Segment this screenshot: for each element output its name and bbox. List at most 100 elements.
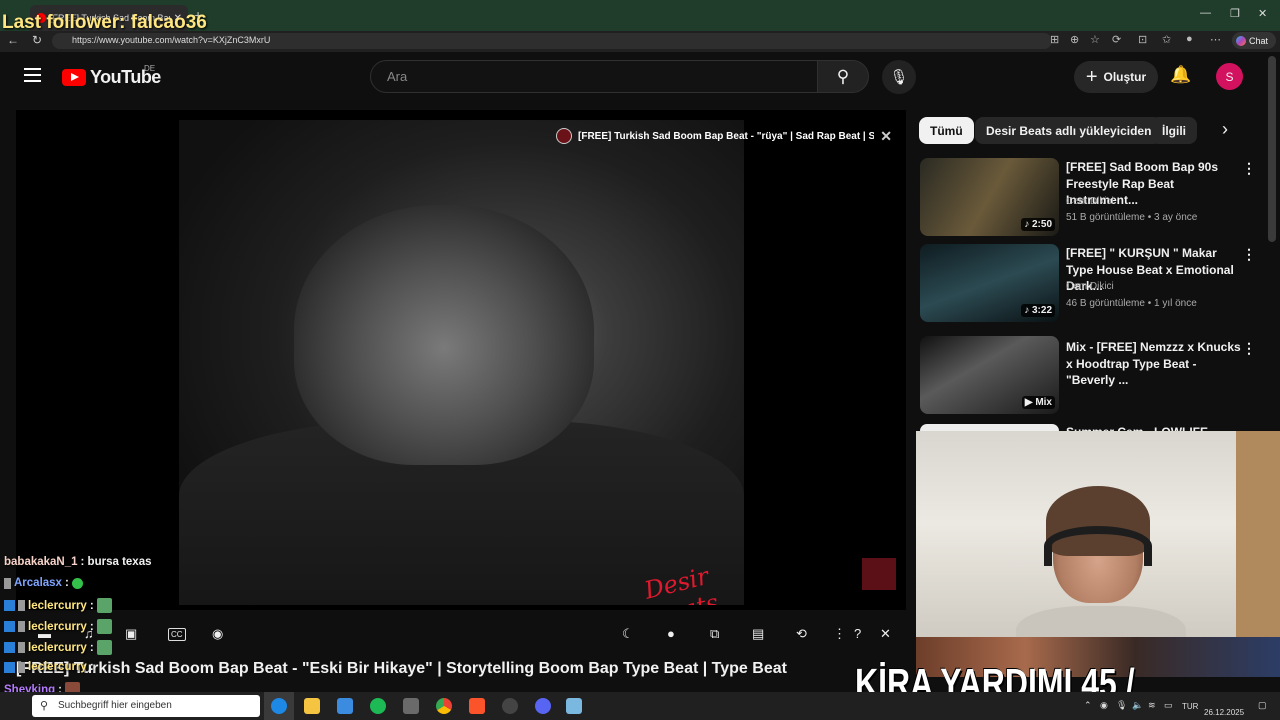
overlay-video-title-row[interactable]: [FREE] Turkish Sad Boom Bap Beat - "rüya… <box>556 127 892 145</box>
more-options-icon[interactable]: ⋮ <box>1242 160 1256 177</box>
back-icon[interactable]: ← <box>7 33 19 47</box>
chat-username: leclercurry <box>28 661 87 673</box>
notifications-bell-icon[interactable]: 🔔 <box>1170 65 1191 85</box>
calculator-icon[interactable] <box>403 698 419 714</box>
chip-uploader[interactable]: Desir Beats adlı yükleyiciden <box>975 117 1163 144</box>
bulb-icon[interactable]: ● <box>667 626 675 641</box>
discord-icon[interactable] <box>535 698 551 714</box>
more-icon[interactable]: ⋮ <box>833 626 846 642</box>
zoom-icon[interactable]: ⊕ <box>1070 33 1079 46</box>
chat-message: leclercurry : <box>4 619 112 634</box>
rec-meta: 46 B görüntüleme • 1 yıl önce <box>1066 298 1197 309</box>
rec-thumbnail[interactable]: ▶ Mix <box>920 336 1059 414</box>
badge-icon <box>4 577 11 589</box>
tray-expand-icon[interactable]: ⌃ <box>1084 700 1092 711</box>
chat-text: : <box>89 620 94 633</box>
prime-badge-icon <box>4 600 15 611</box>
moon-icon[interactable]: ☾ <box>622 626 634 642</box>
tray-language[interactable]: TUR <box>1182 702 1198 711</box>
plus-icon: + <box>1085 65 1098 88</box>
refresh-icon[interactable]: ↻ <box>32 33 42 47</box>
search-button[interactable]: ⚲ <box>817 60 869 93</box>
spotify-icon[interactable] <box>370 698 386 714</box>
avatar[interactable]: S <box>1216 63 1243 90</box>
chat-username: leclercurry <box>28 599 87 612</box>
chat-message: leclercurry : <box>4 661 94 673</box>
badge-icon <box>18 642 25 653</box>
obs-icon[interactable] <box>502 698 518 714</box>
rec-thumbnail[interactable]: ♪ 2:50 <box>920 158 1059 236</box>
app-icon[interactable]: ⊞ <box>1050 33 1059 46</box>
chat-text: : bursa texas <box>80 556 152 568</box>
favorite-icon[interactable]: ☆ <box>1090 33 1100 46</box>
chat-label: Chat <box>1249 35 1269 46</box>
chat-username: leclercurry <box>28 620 87 633</box>
tray-speaker-icon[interactable]: 🔈 <box>1132 700 1143 711</box>
collections-icon[interactable]: ⊡ <box>1138 33 1147 46</box>
brave-icon[interactable] <box>469 698 485 714</box>
rec-title[interactable]: Summer Cem - LOWLIFE <box>1066 424 1241 431</box>
chat-message: leclercurry : <box>4 598 112 613</box>
extensions-icon[interactable]: ⟳ <box>1112 33 1121 46</box>
prime-badge-icon <box>4 661 15 673</box>
url-field[interactable]: https://www.youtube.com/watch?v=KXjZnC3M… <box>52 33 1052 49</box>
favorites-list-icon[interactable]: ✩ <box>1162 33 1171 46</box>
create-button[interactable]: + Oluştur <box>1074 61 1158 93</box>
window-close-icon[interactable]: ✕ <box>1258 7 1267 20</box>
menu-icon[interactable]: ⋯ <box>1210 33 1221 46</box>
minimize-icon[interactable]: — <box>1200 7 1211 19</box>
taskbar-search-input[interactable]: ⚲ Suchbegriff hier eingeben <box>32 695 260 717</box>
chat-message: babakakaN_1 : bursa texas <box>4 556 151 568</box>
copilot-chat-button[interactable]: Chat <box>1232 32 1276 49</box>
page-scrollbar[interactable] <box>1268 56 1276 242</box>
mail-app-icon[interactable] <box>337 698 353 714</box>
image-icon[interactable]: ▣ <box>125 626 137 642</box>
video-duration: ♪ 2:50 <box>1021 218 1055 231</box>
close-icon[interactable]: ✕ <box>880 626 891 642</box>
tray-mic-icon[interactable]: 🎙 <box>1116 700 1127 711</box>
video-frame[interactable]: Desir Beats <box>179 120 744 605</box>
help-icon[interactable]: ? <box>854 626 861 641</box>
video-title: [FREE] Turkish Sad Boom Bap Beat - "Eski… <box>16 660 787 677</box>
rec-channel[interactable]: Cem Dikici <box>1066 196 1114 207</box>
voice-search-button[interactable]: 🎙 <box>882 60 916 94</box>
chip-related[interactable]: İlgili <box>1151 117 1197 144</box>
maximize-icon[interactable]: ❐ <box>1230 7 1240 20</box>
chrome-icon[interactable] <box>436 698 452 714</box>
notifications-icon[interactable]: ▢ <box>1258 700 1267 711</box>
tray-date[interactable]: 26.12.2025 <box>1204 708 1244 718</box>
more-options-icon[interactable]: ⋮ <box>1242 246 1256 263</box>
chevron-right-icon[interactable]: › <box>1222 119 1228 140</box>
search-input[interactable]: Ara <box>370 60 818 93</box>
youtube-play-icon <box>62 69 86 86</box>
webcam-feed <box>916 431 1280 637</box>
end-card-thumbnail[interactable] <box>862 558 896 590</box>
playlist-icon[interactable]: ▤ <box>752 626 764 642</box>
tray-network-icon[interactable]: ≋ <box>1148 700 1156 711</box>
chat-text: : <box>89 661 94 673</box>
overlay-video-title: [FREE] Turkish Sad Boom Bap Beat - "rüya… <box>578 130 875 142</box>
edge-app-icon[interactable] <box>271 698 287 714</box>
video-figure-head <box>294 205 594 465</box>
rec-channel[interactable]: Cem Dikici <box>1066 281 1114 292</box>
rec-thumbnail[interactable] <box>920 424 1059 431</box>
rec-title[interactable]: Mix - [FREE] Nemzzz x Knucks x Hoodtrap … <box>1066 339 1241 389</box>
tray-battery-icon[interactable]: ▭ <box>1164 700 1173 711</box>
file-explorer-icon[interactable] <box>304 698 320 714</box>
loop-icon[interactable]: ⟲ <box>796 626 807 642</box>
prime-badge-icon <box>4 642 15 653</box>
more-options-icon[interactable]: ⋮ <box>1242 340 1256 357</box>
cc-icon[interactable]: CC <box>168 628 186 641</box>
profile-icon[interactable]: ● <box>1186 33 1193 45</box>
tray-shield-icon[interactable]: ◉ <box>1100 700 1108 711</box>
rec-meta: 51 B görüntüleme • 3 ay önce <box>1066 212 1198 223</box>
app-icon[interactable] <box>566 698 582 714</box>
close-overlay-icon[interactable]: ✕ <box>880 128 892 145</box>
chip-all[interactable]: Tümü <box>919 117 974 144</box>
miniplayer-icon[interactable]: ⧉ <box>710 626 719 642</box>
hamburger-menu-icon[interactable] <box>24 68 41 82</box>
rec-thumbnail[interactable]: ♪ 3:22 <box>920 244 1059 322</box>
screenshot-icon[interactable]: ◉ <box>212 626 223 642</box>
chat-message: leclercurry : <box>4 640 112 655</box>
emote-icon <box>96 598 112 613</box>
